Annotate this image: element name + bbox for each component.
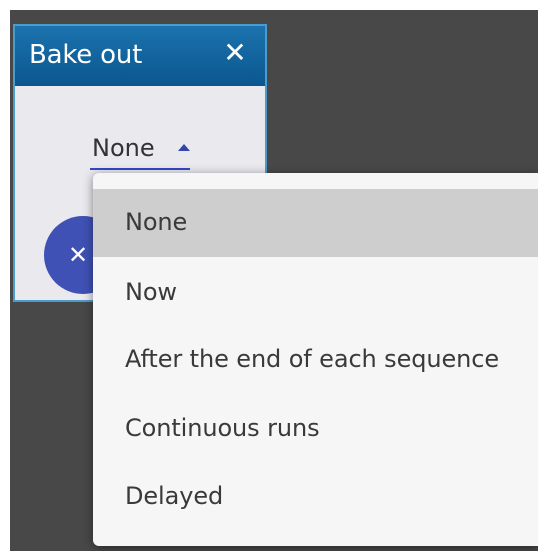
select-value: None — [92, 134, 155, 162]
menu-item-after-each-sequence[interactable]: After the end of each sequence — [93, 326, 538, 394]
dropdown-menu: None Now After the end of each sequence … — [93, 173, 538, 546]
menu-item-label: Continuous runs — [125, 414, 320, 442]
menu-item-delayed[interactable]: Delayed — [93, 463, 538, 531]
select-underline — [90, 168, 190, 170]
caret-up-icon — [178, 144, 190, 151]
menu-item-label: Delayed — [125, 482, 224, 510]
dialog-title-bar: Bake out ✕ — [15, 26, 265, 86]
menu-item-label: Now — [125, 278, 177, 306]
menu-item-none[interactable]: None — [93, 189, 538, 257]
dialog-title: Bake out — [29, 40, 143, 70]
menu-item-label: None — [125, 208, 188, 236]
menu-item-label: After the end of each sequence — [125, 345, 500, 373]
menu-item-now[interactable]: Now — [93, 259, 538, 327]
bake-out-select[interactable]: None — [90, 130, 190, 170]
close-icon[interactable]: ✕ — [220, 38, 250, 68]
menu-item-continuous-runs[interactable]: Continuous runs — [93, 395, 538, 463]
